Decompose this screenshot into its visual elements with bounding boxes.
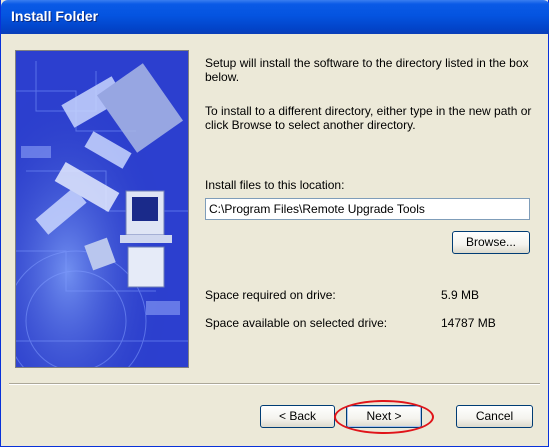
next-button[interactable]: Next > [346, 405, 422, 428]
install-path-input[interactable] [205, 198, 530, 220]
back-button[interactable]: < Back [260, 405, 335, 428]
footer-divider [9, 383, 540, 385]
circuit-board-icon [16, 51, 188, 367]
install-location-label: Install files to this location: [205, 178, 345, 192]
install-folder-dialog: Install Folder Setup will install the so… [0, 0, 549, 447]
space-required-label: Space required on drive: [205, 288, 336, 302]
browse-button[interactable]: Browse... [452, 231, 530, 254]
window-title: Install Folder [11, 8, 99, 24]
cancel-button[interactable]: Cancel [456, 405, 533, 428]
description-text-1: Setup will install the software to the d… [205, 56, 529, 84]
title-bar[interactable]: Install Folder [1, 0, 549, 34]
space-required-value: 5.9 MB [441, 288, 480, 302]
space-available-value: 14787 MB [441, 316, 496, 330]
space-available-label: Space available on selected drive: [205, 316, 388, 330]
banner-image [15, 50, 189, 368]
description-text-2: To install to a different directory, eit… [205, 104, 532, 132]
